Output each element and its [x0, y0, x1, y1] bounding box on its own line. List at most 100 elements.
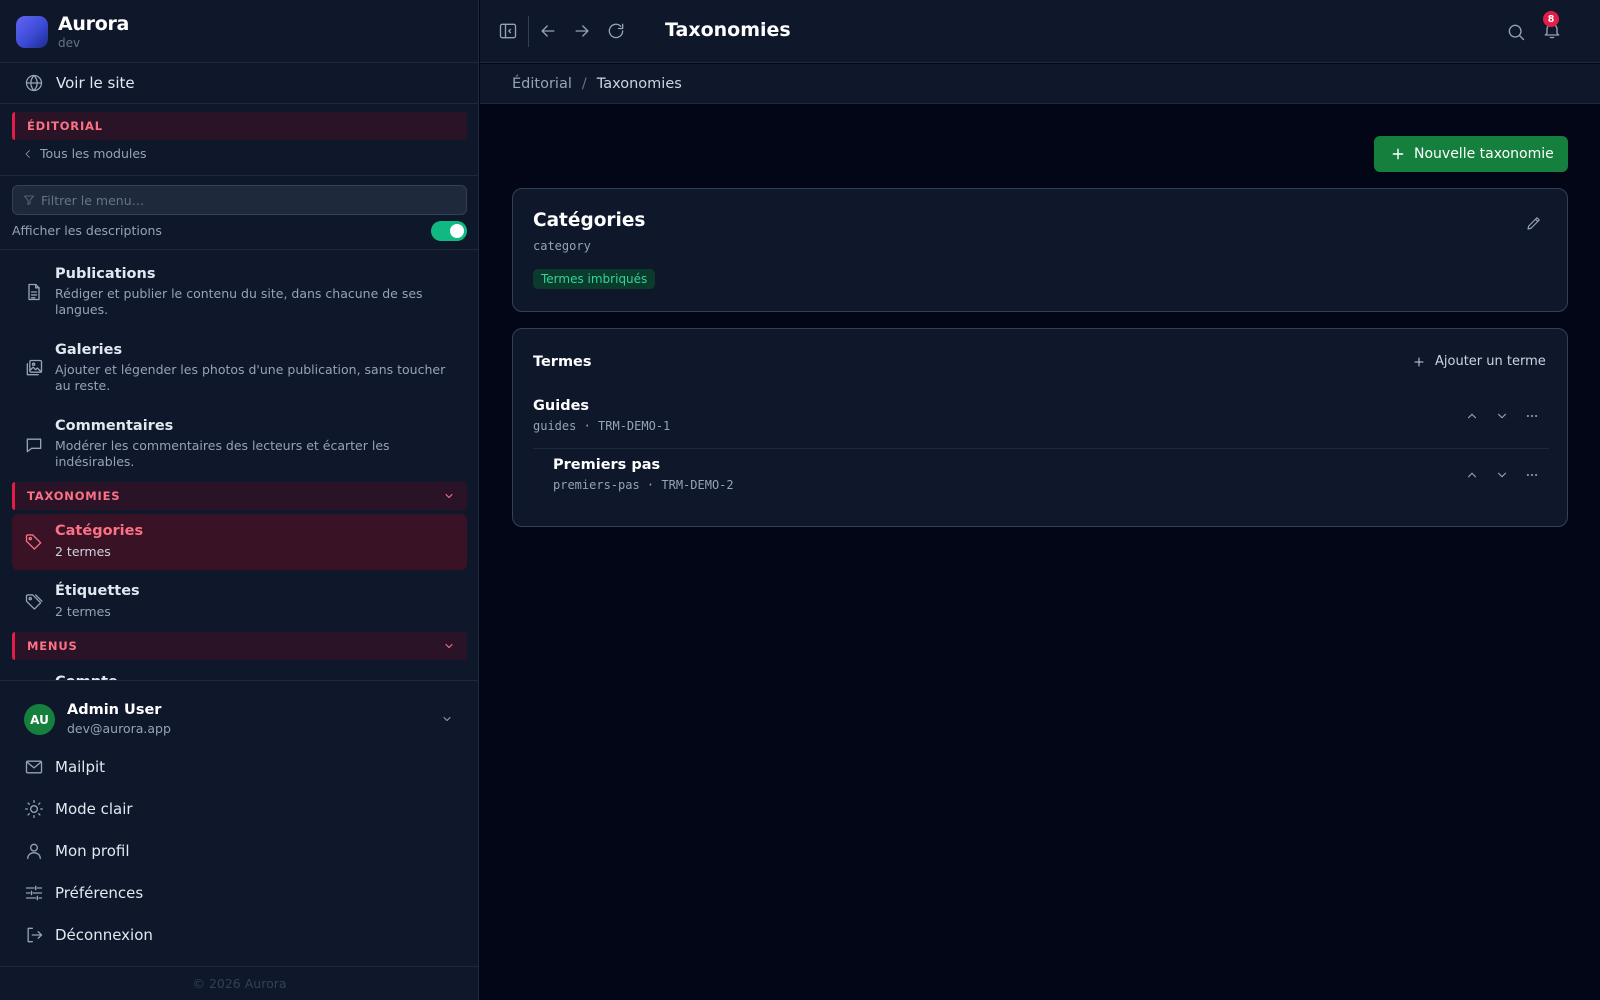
- descriptions-toggle-label: Afficher les descriptions: [12, 223, 162, 238]
- sidebar-item-categories[interactable]: Catégories 2 termes: [12, 514, 467, 570]
- sidebar-item-title: Commentaires: [55, 418, 174, 434]
- breadcrumb-separator: /: [581, 75, 587, 92]
- globe-icon: [24, 73, 44, 93]
- toggle-knob: [450, 224, 464, 238]
- footer-item-label: Déconnexion: [55, 926, 153, 944]
- chevron-down-icon: [443, 490, 455, 502]
- all-modules-label: Tous les modules: [40, 146, 147, 161]
- sidebar-item-publications[interactable]: Publications Rédiger et publier le conte…: [12, 262, 467, 328]
- sun-icon: [24, 799, 44, 819]
- user-email: dev@aurora.app: [67, 721, 171, 736]
- filter-icon: [23, 194, 35, 206]
- brand-logo[interactable]: [16, 16, 48, 48]
- descriptions-toggle[interactable]: [431, 221, 467, 241]
- term-row[interactable]: Guides guides · TRM-DEMO-1: [513, 391, 1569, 449]
- new-taxonomy-button[interactable]: Nouvelle taxonomie: [1374, 136, 1568, 172]
- menu-filter-input[interactable]: [41, 192, 466, 208]
- topbar: Taxonomies 8: [480, 0, 1600, 63]
- term-name: Guides: [533, 398, 590, 414]
- page-title: Taxonomies: [665, 19, 791, 41]
- section-header-taxonomies[interactable]: TAXONOMIES: [12, 482, 467, 510]
- mailpit-link[interactable]: Mailpit: [12, 749, 467, 785]
- term-meta: premiers-pas · TRM-DEMO-2: [553, 478, 734, 492]
- sidebar-item-title: Publications: [55, 266, 156, 282]
- section-header-label: ÉDITORIAL: [27, 119, 103, 133]
- view-site-label: Voir le site: [56, 74, 135, 92]
- sidebar-item-title: Étiquettes: [55, 583, 140, 599]
- sidebar-item-title: Catégories: [55, 523, 144, 539]
- document-icon: [24, 282, 44, 302]
- brand-name: Aurora: [58, 13, 130, 35]
- chevron-left-icon: [22, 148, 34, 160]
- footer-item-label: Préférences: [55, 884, 144, 902]
- sidebar-toggle-icon[interactable]: [498, 21, 518, 41]
- avatar: AU: [24, 704, 55, 735]
- section-header-menus[interactable]: MENUS: [12, 632, 467, 660]
- chevron-up-icon[interactable]: [1465, 409, 1479, 423]
- sidebar-item-desc: Ajouter et légender les photos d'une pub…: [55, 362, 446, 393]
- brand: Aurora dev: [0, 0, 479, 63]
- terms-title: Termes: [533, 354, 592, 370]
- refresh-icon[interactable]: [606, 21, 626, 41]
- sidebar: Aurora dev Voir le site ÉDITORIAL Tous l…: [0, 0, 479, 1000]
- menu-filter[interactable]: [12, 185, 467, 215]
- more-icon[interactable]: [1525, 468, 1539, 482]
- user-menu[interactable]: AU Admin User dev@aurora.app: [0, 700, 479, 740]
- new-taxonomy-label: Nouvelle taxonomie: [1414, 146, 1554, 162]
- sidebar-item-desc: Rédiger et publier le contenu du site, d…: [55, 286, 423, 317]
- logout-link[interactable]: Déconnexion: [12, 917, 467, 953]
- sliders-icon: [24, 883, 44, 903]
- sidebar-item-etiquettes[interactable]: Étiquettes 2 termes: [12, 574, 467, 630]
- taxonomy-slug: category: [533, 239, 591, 253]
- add-term-button[interactable]: Ajouter un terme: [1413, 354, 1546, 369]
- footer-item-label: Mode clair: [55, 800, 133, 818]
- gallery-icon: [24, 358, 44, 378]
- breadcrumb-parent[interactable]: Éditorial: [512, 76, 572, 92]
- logout-icon: [24, 925, 44, 945]
- all-modules-link[interactable]: Tous les modules: [22, 146, 147, 161]
- plus-icon: [1391, 147, 1405, 161]
- divider: [0, 680, 479, 681]
- sidebar-item-count: 2 termes: [55, 544, 111, 559]
- profile-link[interactable]: Mon profil: [12, 833, 467, 869]
- row-divider: [533, 448, 1549, 449]
- term-meta: guides · TRM-DEMO-1: [533, 419, 671, 433]
- chevron-down-icon: [443, 640, 455, 652]
- chevron-down-icon[interactable]: [1495, 468, 1509, 482]
- term-row[interactable]: Premiers pas premiers-pas · TRM-DEMO-2: [513, 450, 1569, 508]
- chevron-down-icon[interactable]: [1495, 409, 1509, 423]
- terms-card: Termes Ajouter un terme Guides guides · …: [512, 328, 1568, 527]
- taxonomy-card: Catégories category Termes imbriqués: [512, 188, 1568, 312]
- copyright: © 2026 Aurora: [192, 976, 287, 991]
- light-mode-toggle[interactable]: Mode clair: [12, 791, 467, 827]
- sidebar-item-commentaires[interactable]: Commentaires Modérer les commentaires de…: [12, 414, 467, 480]
- chevron-down-icon: [441, 713, 453, 725]
- more-icon[interactable]: [1525, 409, 1539, 423]
- view-site-link[interactable]: Voir le site: [0, 63, 479, 104]
- back-arrow-icon[interactable]: [538, 21, 558, 41]
- pencil-icon[interactable]: [1525, 214, 1543, 232]
- sidebar-item-galeries[interactable]: Galeries Ajouter et légender les photos …: [12, 338, 467, 404]
- plus-icon: [1413, 356, 1425, 368]
- sidebar-item-partial[interactable]: Compte: [55, 672, 255, 680]
- section-header-label: TAXONOMIES: [27, 489, 121, 503]
- user-icon: [24, 841, 44, 861]
- search-icon[interactable]: [1506, 22, 1526, 42]
- mail-icon: [24, 757, 44, 777]
- footer-item-label: Mon profil: [55, 842, 130, 860]
- forward-arrow-icon[interactable]: [572, 21, 592, 41]
- preferences-link[interactable]: Préférences: [12, 875, 467, 911]
- divider: [0, 249, 479, 250]
- sidebar-item-title: Galeries: [55, 342, 123, 358]
- tags-icon: [24, 592, 44, 612]
- chevron-up-icon[interactable]: [1465, 468, 1479, 482]
- nested-terms-badge: Termes imbriqués: [533, 269, 656, 289]
- sidebar-item-count: 2 termes: [55, 604, 111, 619]
- add-term-label: Ajouter un terme: [1435, 354, 1546, 369]
- section-header-label: MENUS: [27, 639, 78, 653]
- sidebar-item-desc: Modérer les commentaires des lecteurs et…: [55, 438, 390, 469]
- breadcrumb-current: Taxonomies: [596, 75, 682, 92]
- tag-icon: [24, 532, 44, 552]
- section-header-editorial[interactable]: ÉDITORIAL: [12, 112, 467, 140]
- divider: [0, 175, 479, 176]
